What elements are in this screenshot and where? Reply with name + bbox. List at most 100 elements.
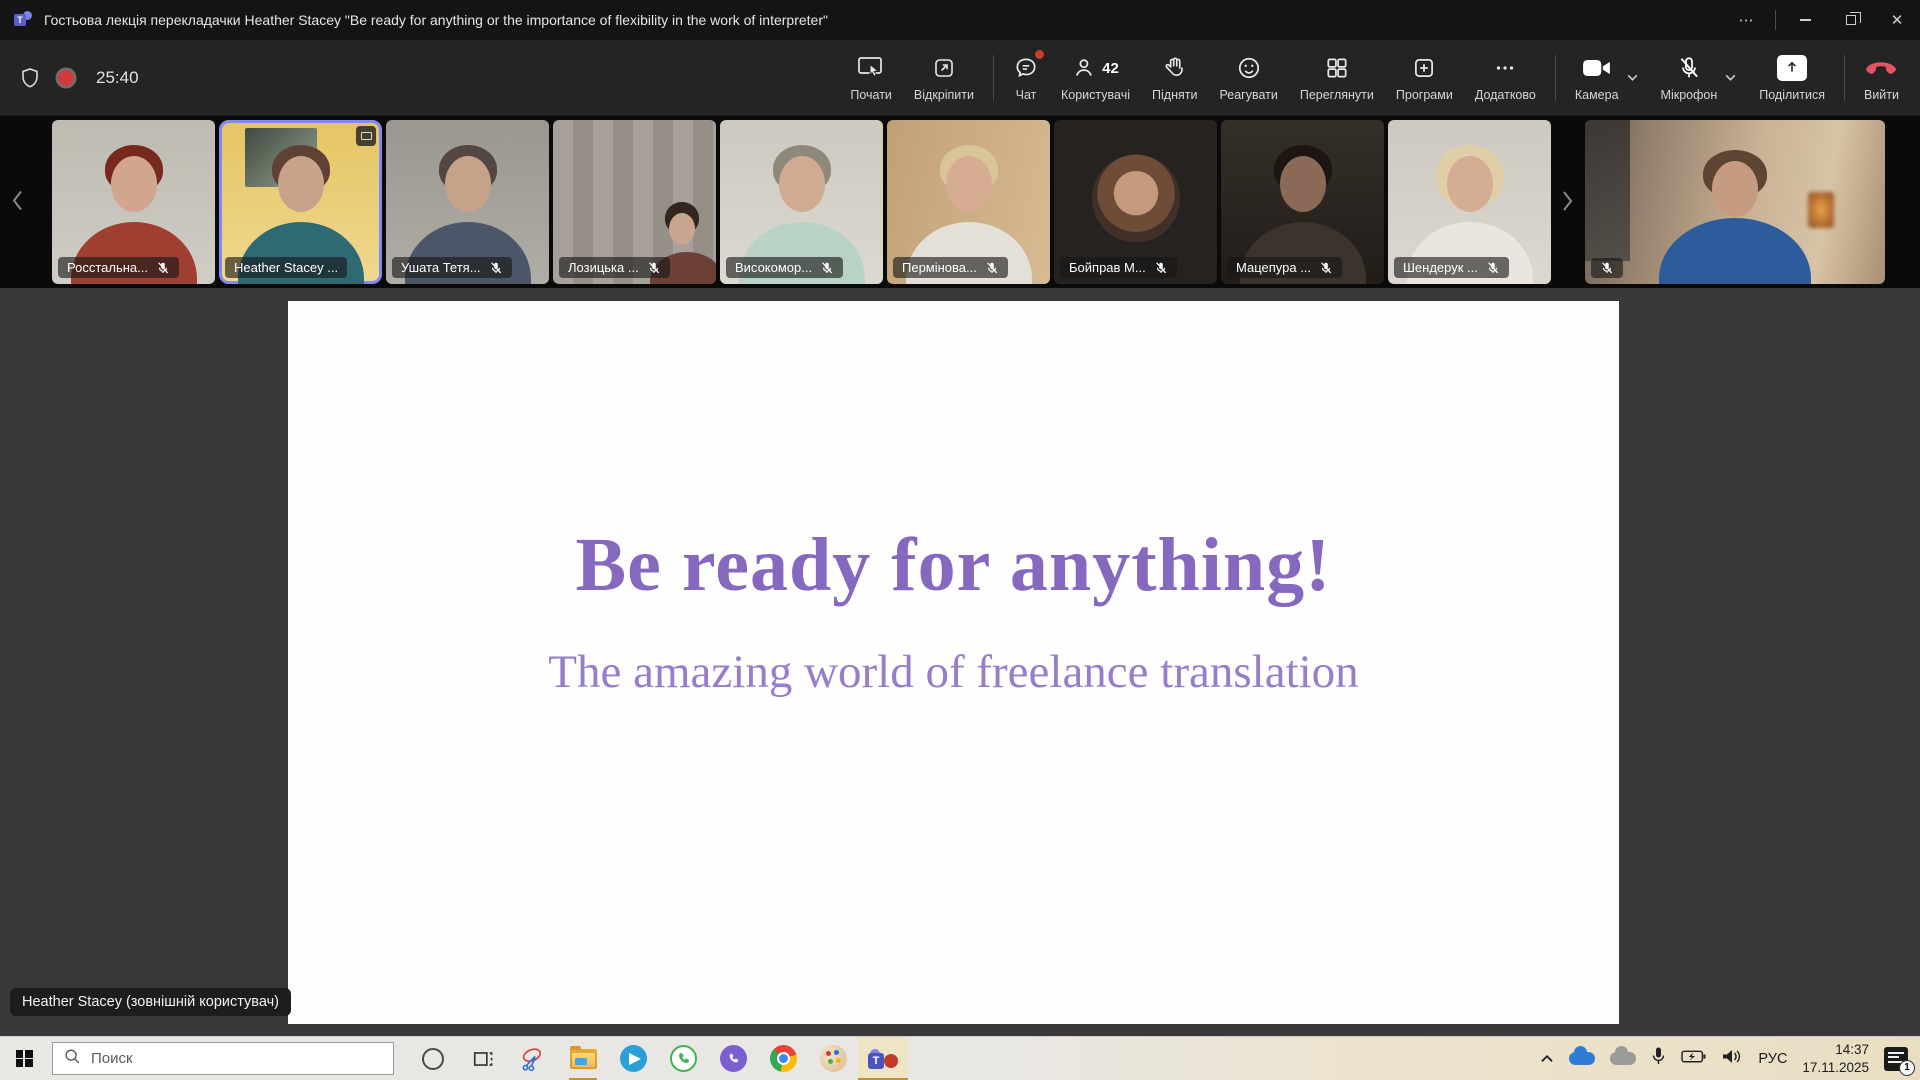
cloud-sync-icon[interactable]: [1610, 1052, 1636, 1065]
presentation-stage: Be ready for anything! The amazing world…: [0, 288, 1920, 1036]
tray-time: 14:37: [1802, 1041, 1869, 1059]
people-button[interactable]: 42 Користувачі: [1050, 46, 1141, 110]
whatsapp-button[interactable]: [658, 1037, 708, 1080]
share-up-arrow-icon: [1777, 53, 1807, 83]
participant-name-label: Ушата Тетя...: [392, 257, 512, 278]
search-icon: [63, 1047, 81, 1070]
camera-chevron-icon[interactable]: [1626, 73, 1639, 82]
paint-button[interactable]: [808, 1037, 858, 1080]
minimize-button[interactable]: [1782, 0, 1828, 40]
taskbar-app-icons: T: [408, 1037, 908, 1080]
chat-notification-badge: [1035, 50, 1044, 59]
view-button[interactable]: Переглянути: [1289, 46, 1385, 110]
participant-name-label: Бойправ М...: [1060, 257, 1177, 278]
start-button[interactable]: [0, 1037, 48, 1080]
share-screen-icon: [857, 53, 885, 83]
ellipsis-icon: [1492, 53, 1518, 83]
raise-hand-button[interactable]: Підняти: [1141, 46, 1208, 110]
teams-app-icon: T: [14, 11, 32, 29]
participant-tile[interactable]: Росстальна...: [52, 120, 215, 284]
apps-button[interactable]: Програми: [1385, 46, 1464, 110]
chrome-button[interactable]: [758, 1037, 808, 1080]
participant-tile[interactable]: Ушата Тетя...: [386, 120, 549, 284]
more-button[interactable]: Додатково: [1464, 46, 1547, 110]
window-title: Гостьова лекція перекладачки Heather Sta…: [44, 12, 828, 28]
share-tray-button[interactable]: Поділитися: [1748, 46, 1836, 110]
participant-name-label: Пермінова...: [893, 257, 1008, 278]
viber-button[interactable]: [708, 1037, 758, 1080]
participant-count: 42: [1102, 60, 1119, 77]
volume-icon[interactable]: [1721, 1048, 1743, 1070]
mic-muted-icon: [1154, 261, 1168, 275]
cortana-icon: [422, 1048, 444, 1070]
participant-tile[interactable]: Пермінова...: [887, 120, 1050, 284]
close-button[interactable]: ✕: [1874, 0, 1920, 40]
telegram-button[interactable]: [608, 1037, 658, 1080]
clock[interactable]: 14:37 17.11.2025: [1802, 1041, 1869, 1076]
task-view-button[interactable]: [458, 1037, 508, 1080]
toolbar-separator: [993, 55, 994, 101]
snipping-tool-button[interactable]: [508, 1037, 558, 1080]
recording-dot-icon: [58, 70, 74, 86]
onedrive-icon[interactable]: [1569, 1052, 1595, 1065]
participant-name-label: [1591, 258, 1623, 278]
scroll-left-button[interactable]: [10, 189, 24, 216]
notification-center-icon[interactable]: 1: [1884, 1047, 1908, 1071]
participant-video: [1585, 120, 1885, 284]
participant-tile[interactable]: Високомор...: [720, 120, 883, 284]
participant-strip: Росстальна... Heather Stacey ... Ушата Тет…: [0, 116, 1920, 288]
start-share-button[interactable]: Почати: [839, 46, 903, 110]
camera-icon: [1582, 53, 1612, 83]
tray-mic-icon[interactable]: [1651, 1046, 1666, 1071]
shield-icon[interactable]: [18, 66, 42, 90]
unpin-button[interactable]: Відкріпити: [903, 46, 985, 110]
chat-icon: [1013, 53, 1039, 83]
mic-muted-icon: [647, 261, 661, 275]
scroll-right-button[interactable]: [1561, 189, 1575, 216]
participant-tile[interactable]: Heather Stacey ...: [219, 120, 382, 284]
telegram-icon: [620, 1045, 647, 1072]
toolbar-buttons: Почати Відкріпити Чат 42 Користувачі: [839, 46, 1910, 110]
react-button[interactable]: Реагувати: [1208, 46, 1288, 110]
file-explorer-button[interactable]: [558, 1037, 608, 1080]
language-indicator[interactable]: РУС: [1758, 1051, 1787, 1067]
participant-tile[interactable]: Бойправ М...: [1054, 120, 1217, 284]
presenter-tooltip: Heather Stacey (зовнішній користувач): [10, 988, 291, 1016]
shared-slide: Be ready for anything! The amazing world…: [288, 301, 1619, 1024]
tray-date: 17.11.2025: [1802, 1059, 1869, 1077]
mic-muted-icon: [1600, 261, 1614, 275]
participant-name-label: Шендерук ...: [1394, 257, 1509, 278]
mic-button[interactable]: Мікрофон: [1650, 46, 1749, 110]
raise-hand-icon: [1162, 53, 1188, 83]
toolbar-separator: [1844, 55, 1845, 101]
chat-button[interactable]: Чат: [1002, 46, 1050, 110]
grid-view-icon: [1324, 53, 1350, 83]
cortana-button[interactable]: [408, 1037, 458, 1080]
windows-taskbar: Поиск T: [0, 1036, 1920, 1080]
participant-name-label: Мацепура ...: [1227, 257, 1342, 278]
participant-tile[interactable]: Мацепура ...: [1221, 120, 1384, 284]
teams-taskbar-button[interactable]: T: [858, 1037, 908, 1080]
tray-expand-icon[interactable]: [1540, 1050, 1554, 1068]
participant-tile[interactable]: Шендерук ...: [1388, 120, 1551, 284]
windows-logo-icon: [16, 1050, 33, 1067]
hang-up-icon: [1865, 53, 1897, 83]
camera-button[interactable]: Камера: [1564, 46, 1650, 110]
meeting-toolbar: 25:40 Почати Відкріпити Чат 42: [0, 40, 1920, 116]
slide-title: Be ready for anything!: [575, 522, 1331, 609]
participant-tile[interactable]: Лозицька ...: [553, 120, 716, 284]
chrome-icon: [770, 1045, 797, 1072]
whatsapp-icon: [670, 1045, 697, 1072]
restore-button[interactable]: [1828, 0, 1874, 40]
participant-name-label: Heather Stacey ...: [225, 257, 347, 278]
mic-chevron-icon[interactable]: [1724, 73, 1737, 82]
titlebar-more-icon[interactable]: ⋯: [1723, 0, 1769, 40]
taskbar-search-input[interactable]: Поиск: [52, 1042, 394, 1075]
participant-tile[interactable]: [1585, 120, 1885, 284]
participant-name-label: Лозицька ...: [559, 257, 670, 278]
leave-button[interactable]: Вийти: [1853, 46, 1910, 110]
people-icon: 42: [1072, 53, 1119, 83]
spotlight-badge-icon: [356, 126, 376, 146]
battery-icon[interactable]: [1681, 1049, 1706, 1069]
toolbar-separator: [1555, 55, 1556, 101]
